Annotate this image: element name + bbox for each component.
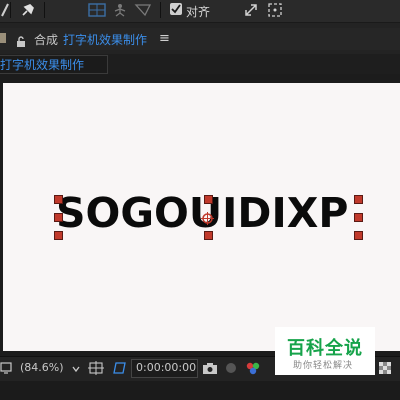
bounding-handle-bottom-left[interactable] — [54, 231, 63, 240]
bounding-handle-right[interactable] — [354, 213, 363, 222]
panel-menu-button[interactable]: ≡ — [159, 31, 170, 46]
region-select-icon[interactable] — [266, 2, 284, 18]
bounding-handle-top-right[interactable] — [354, 195, 363, 204]
transparency-grid-icon[interactable] — [377, 360, 393, 376]
bounding-handle-top[interactable] — [204, 195, 213, 204]
composition-panel-header — [0, 28, 400, 50]
expand-arrows-icon[interactable] — [242, 2, 260, 18]
watermark-title: 百科全说 — [287, 338, 363, 359]
bounding-handle-top-left[interactable] — [54, 195, 63, 204]
toolbar-divider — [44, 2, 45, 18]
toolbar-divider — [10, 2, 11, 18]
mask-visibility-icon[interactable] — [110, 360, 128, 376]
snapshot-camera-icon[interactable] — [201, 360, 219, 376]
zoom-level[interactable]: (84.6%) — [20, 361, 64, 374]
lock-icon[interactable] — [16, 33, 26, 52]
puppet-tool-icon[interactable] — [110, 2, 130, 18]
panel-type-label: 合成 — [34, 33, 59, 47]
align-checkbox[interactable] — [170, 3, 182, 15]
grid-snap-icon[interactable] — [86, 2, 108, 18]
align-label: 对齐 — [186, 5, 211, 19]
color-channels-icon[interactable] — [244, 360, 262, 376]
bounding-handle-bottom-right[interactable] — [354, 231, 363, 240]
watermark-subtitle: 助你轻松解决 — [293, 361, 354, 371]
bounding-handle-bottom[interactable] — [204, 231, 213, 240]
pin-tool-icon[interactable] — [16, 2, 38, 18]
composition-name[interactable]: 打字机效果制作 — [63, 31, 147, 48]
safe-zones-icon[interactable] — [88, 360, 104, 376]
composition-tab-label[interactable]: 打字机效果制作 — [0, 56, 84, 73]
bounding-handle-left[interactable] — [54, 213, 63, 222]
anchor-point-icon[interactable] — [201, 210, 214, 225]
monitor-icon[interactable] — [0, 360, 12, 376]
panel-footer — [0, 381, 400, 400]
show-snapshot-icon[interactable] — [223, 360, 239, 376]
brush-tool-icon[interactable] — [0, 2, 10, 18]
toolbar-divider — [160, 2, 161, 18]
chevron-down-icon[interactable] — [70, 361, 82, 377]
pin-shape-icon[interactable] — [132, 2, 154, 18]
timecode-value[interactable]: 0:00:00:00 — [136, 361, 196, 374]
panel-color-swatch — [0, 33, 6, 43]
